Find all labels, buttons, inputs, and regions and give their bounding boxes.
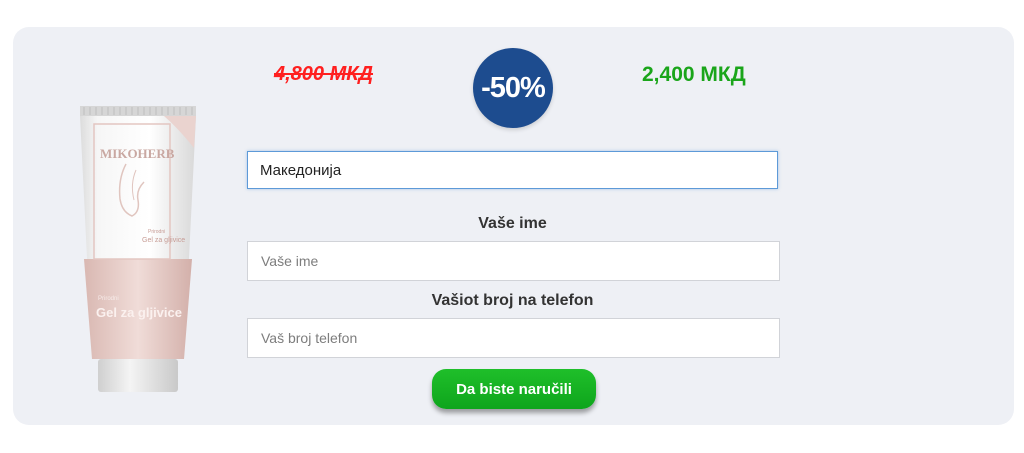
product-image: MIKOHERB Prirodni Gel za gljivice Prirod… [78, 104, 198, 394]
old-price: 4,800 МКД [274, 63, 374, 85]
product-subtitle: Gel za gljivice [142, 237, 186, 244]
country-select[interactable]: Македонија [247, 151, 778, 189]
product-brand: MIKOHERB [100, 146, 175, 161]
discount-badge: -50% [473, 48, 553, 128]
product-subtitle-small: Prirodni [148, 229, 166, 235]
phone-label: Vašiot broj na telefon [431, 292, 594, 309]
order-button[interactable]: Da biste naručili [432, 369, 596, 409]
product-label-large: Gel za gljivice [96, 305, 182, 320]
country-select-value: Македонија [260, 161, 342, 179]
product-label-large-small: Prirodni [98, 296, 119, 302]
name-label: Vaše ime [478, 215, 547, 232]
phone-input[interactable] [247, 318, 780, 358]
name-input[interactable] [247, 241, 780, 281]
new-price: 2,400 МКД [642, 63, 746, 86]
